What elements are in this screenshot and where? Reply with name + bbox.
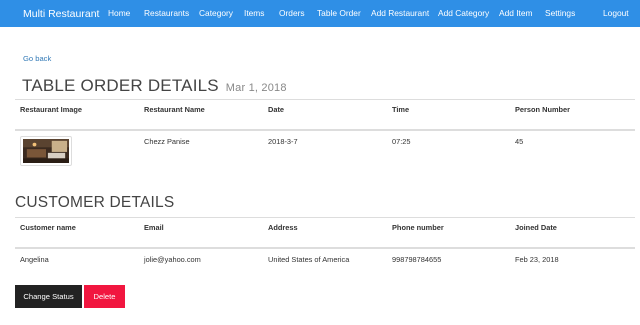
table-order-date: Mar 1, 2018 xyxy=(225,82,287,94)
nav-home[interactable]: Home xyxy=(108,8,130,18)
nav-settings[interactable]: Settings xyxy=(545,8,575,18)
header-email: Email xyxy=(144,223,164,232)
cell-person-number: 45 xyxy=(515,137,524,146)
header-person-number: Person Number xyxy=(515,105,571,114)
change-status-button[interactable]: Change Status xyxy=(15,285,82,308)
header-phone-number: Phone number xyxy=(392,223,444,232)
customer-divider-top xyxy=(15,217,635,218)
header-time: Time xyxy=(392,105,410,114)
table-order-title: TABLE ORDER DETAILS Mar 1, 2018 xyxy=(22,76,287,96)
cell-email: jolie@yahoo.com xyxy=(144,255,201,264)
nav-logout[interactable]: Logout xyxy=(603,8,629,18)
header-joined-date: Joined Date xyxy=(515,223,557,232)
restaurant-image xyxy=(20,136,72,166)
header-restaurant-name: Restaurant Name xyxy=(144,105,205,114)
restaurant-photo-icon xyxy=(23,139,69,163)
table-order-divider-top xyxy=(15,99,635,100)
header-date: Date xyxy=(268,105,285,114)
header-restaurant-image: Restaurant Image xyxy=(20,105,83,114)
nav-add-category[interactable]: Add Category xyxy=(438,8,489,18)
header-address: Address xyxy=(268,223,298,232)
customer-details-title: CUSTOMER DETAILS xyxy=(15,194,175,211)
nav-items[interactable]: Items xyxy=(244,8,264,18)
table-order-title-text: TABLE ORDER DETAILS xyxy=(22,76,219,95)
cell-restaurant-name: Chezz Panise xyxy=(144,137,190,146)
nav-table-order[interactable]: Table Order xyxy=(317,8,361,18)
cell-customer-name: Angelina xyxy=(20,255,49,264)
nav-orders[interactable]: Orders xyxy=(279,8,305,18)
cell-order-date: 2018-3-7 xyxy=(268,137,298,146)
top-navbar: Multi Restaurant Home Restaurants Catego… xyxy=(0,0,640,27)
cell-joined-date: Feb 23, 2018 xyxy=(515,255,559,264)
table-order-divider-header xyxy=(15,129,635,131)
go-back-link[interactable]: Go back xyxy=(23,54,51,63)
nav-add-restaurant[interactable]: Add Restaurant xyxy=(371,8,429,18)
nav-restaurants[interactable]: Restaurants xyxy=(144,8,189,18)
customer-divider-header xyxy=(15,247,635,249)
nav-category[interactable]: Category xyxy=(199,8,233,18)
brand-link[interactable]: Multi Restaurant xyxy=(23,8,99,20)
delete-button[interactable]: Delete xyxy=(84,285,125,308)
header-customer-name: Customer name xyxy=(20,223,76,232)
nav-add-item[interactable]: Add Item xyxy=(499,8,533,18)
cell-phone-number: 998798784655 xyxy=(392,255,442,264)
cell-address: United States of America xyxy=(268,255,350,264)
cell-order-time: 07:25 xyxy=(392,137,411,146)
